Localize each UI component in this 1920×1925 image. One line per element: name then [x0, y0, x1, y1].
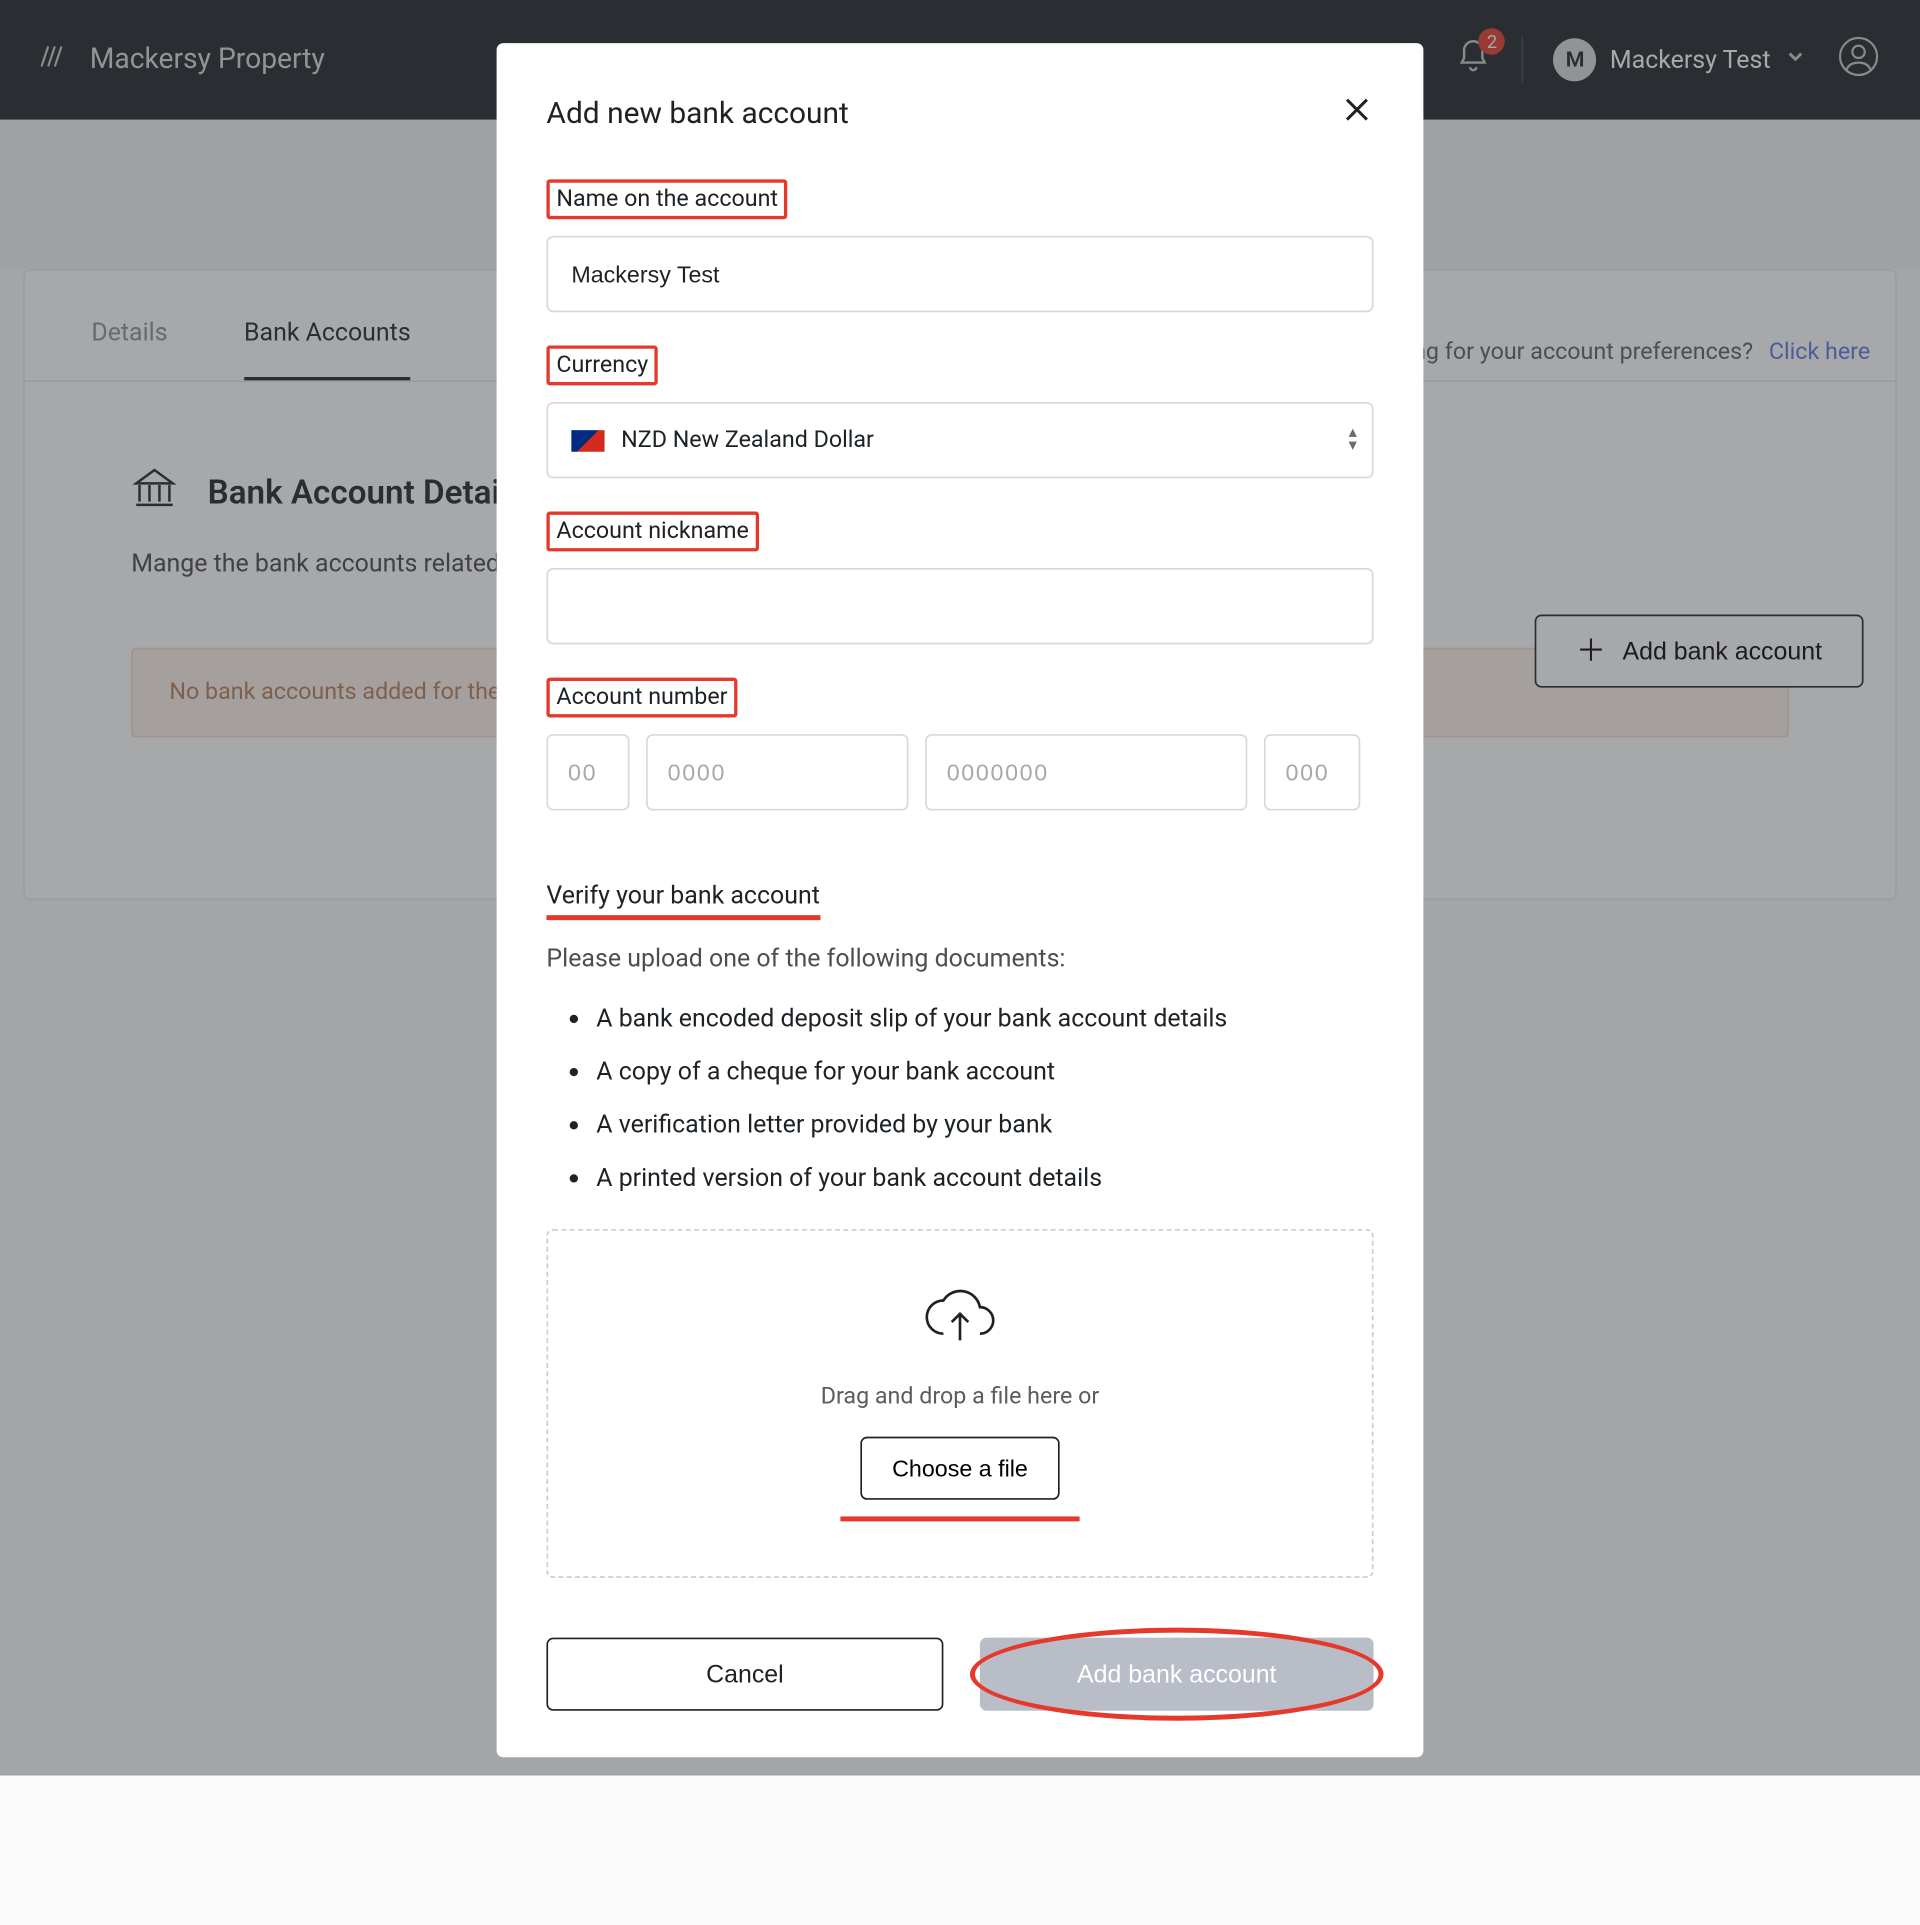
verify-item: A bank encoded deposit slip of your bank… — [596, 1003, 1373, 1033]
account-number-branch[interactable] — [646, 734, 908, 810]
currency-value: NZD New Zealand Dollar — [621, 427, 874, 454]
account-number-label: Account number — [546, 678, 737, 718]
submit-label: Add bank account — [1077, 1660, 1276, 1688]
currency-select[interactable]: NZD New Zealand Dollar — [546, 402, 1373, 478]
cloud-upload-icon — [922, 1286, 998, 1356]
nickname-input[interactable] — [546, 568, 1373, 644]
verify-item: A copy of a cheque for your bank account — [596, 1056, 1373, 1086]
account-number-account[interactable] — [925, 734, 1247, 810]
modal-title: Add new bank account — [546, 96, 848, 131]
dropzone-text: Drag and drop a file here or — [821, 1383, 1099, 1410]
highlight-underline — [840, 1516, 1079, 1521]
currency-label: Currency — [546, 345, 658, 385]
verify-lead: Please upload one of the following docum… — [546, 943, 1373, 973]
verify-item: A printed version of your bank account d… — [596, 1163, 1373, 1193]
flag-nz-icon — [571, 429, 604, 451]
nickname-label: Account nickname — [546, 512, 758, 552]
cancel-button[interactable]: Cancel — [546, 1638, 943, 1711]
close-button[interactable] — [1340, 93, 1373, 133]
name-input[interactable] — [546, 236, 1373, 312]
verify-title: Verify your bank account — [546, 880, 819, 920]
submit-add-bank-account-button[interactable]: Add bank account — [980, 1638, 1374, 1711]
account-number-suffix[interactable] — [1264, 734, 1360, 810]
name-label: Name on the account — [546, 179, 788, 219]
account-number-bank[interactable] — [546, 734, 629, 810]
add-bank-account-modal: Add new bank account Name on the account… — [497, 43, 1424, 1757]
stepper-icon: ▴▾ — [1349, 427, 1357, 454]
file-dropzone[interactable]: Drag and drop a file here or Choose a fi… — [546, 1229, 1373, 1578]
verify-list: A bank encoded deposit slip of your bank… — [546, 1003, 1373, 1192]
choose-file-button[interactable]: Choose a file — [861, 1436, 1060, 1499]
verify-item: A verification letter provided by your b… — [596, 1109, 1373, 1139]
